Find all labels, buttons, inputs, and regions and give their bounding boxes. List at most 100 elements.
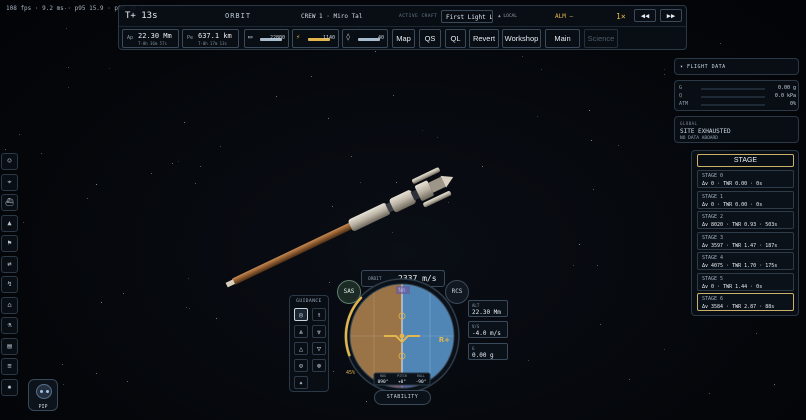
altitude-readout: ALT 22.30 Mm — [468, 300, 508, 317]
radial-marker: R+ — [439, 336, 450, 344]
maneuver-button[interactable]: ✦ — [294, 376, 308, 389]
top-bar-divider — [119, 26, 686, 27]
target-button[interactable]: ⊙ — [294, 359, 308, 372]
droplet-icon: ◊ — [346, 33, 351, 41]
stage-name: STAGE 1 — [702, 193, 724, 200]
flight-data-value: 0% — [789, 101, 796, 107]
sidebar-rocket[interactable]: ▲ — [1, 214, 18, 232]
workshop-button[interactable]: Workshop — [502, 29, 541, 48]
revert-button[interactable]: Revert — [469, 29, 499, 48]
global-note: NO DATA ABOARD — [680, 136, 718, 141]
vertical-speed-value: -4.0 m/s — [472, 330, 501, 337]
quicksave-button[interactable]: QS — [419, 29, 441, 48]
rocket-icon: ▲ — [7, 218, 12, 227]
stage-item[interactable]: STAGE 4 Δv 4075 · TWR 1.70 · 175s — [697, 252, 794, 270]
stage-name: STAGE 3 — [702, 234, 724, 241]
stage-panel: STAGE STAGE 0 Δv 0 · TWR 0.00 · 0s STAGE 1… — [691, 150, 799, 316]
altitude-key: ALT — [472, 303, 480, 308]
active-craft-select[interactable]: First Light La — [441, 10, 493, 23]
resource-bar — [358, 38, 380, 41]
guidance-title: GUIDANCE — [296, 299, 322, 304]
periapsis-readout: Pe 637.1 km T-0h 17m 13s — [182, 29, 239, 48]
resource-water: ◊ 40 — [342, 29, 388, 48]
navball-top-marker: Nn — [398, 287, 406, 294]
sidebar-flag[interactable]: ⚑ — [1, 235, 18, 252]
resource-value: 22800 — [269, 35, 285, 41]
lightning-icon: ⚡ — [296, 33, 301, 41]
stage-detail: Δv 0 · TWR 1.44 · 0s — [702, 283, 763, 290]
fast-forward-button[interactable]: ▶▶ — [660, 9, 682, 22]
stage-detail: Δv 4075 · TWR 1.70 · 175s — [702, 263, 778, 269]
science-button[interactable]: Science — [584, 29, 618, 48]
prograde-button[interactable]: ↑ — [312, 308, 326, 321]
navball[interactable]: Nn R+ 45% HDG PITCH ROLL 090° +0° -90° — [338, 278, 466, 390]
sidebar-crew[interactable]: ☺ — [1, 153, 18, 170]
stage-item[interactable]: STAGE 1 Δv 0 · TWR 0.00 · 0s — [697, 190, 794, 209]
g-force-value: 0.00 g — [472, 352, 494, 359]
sidebar-route[interactable]: ↯ — [1, 276, 18, 293]
stage-item[interactable]: STAGE 2 Δv 8020 · TWR 0.93 · 503s — [697, 211, 794, 229]
stage-item[interactable]: STAGE 6 Δv 3584 · TWR 2.87 · 88s — [697, 293, 794, 311]
global-panel: GLOBAL SITE EXHAUSTED NO DATA ABOARD — [674, 116, 799, 143]
crew-label[interactable]: CREW 1 · Miro Tal — [301, 13, 362, 20]
apoapsis-key: Ap — [127, 35, 134, 41]
radial-out-button[interactable]: ▽ — [312, 342, 326, 355]
radial-in-button[interactable]: △ — [294, 342, 308, 355]
pip-button[interactable]: PIP — [28, 379, 58, 411]
map-button[interactable]: Map — [392, 29, 415, 48]
sidebar-base[interactable]: ⌂ — [1, 296, 18, 314]
vertical-speed-key: V/S — [472, 324, 480, 329]
mission-time: T+ 13s — [125, 11, 158, 21]
sidebar-vessel[interactable]: ⛴ — [1, 194, 18, 211]
heading-key: HDG — [380, 374, 386, 378]
flight-data-row: G 0.00 g — [679, 85, 796, 93]
flag-icon: ⚑ — [7, 239, 12, 247]
flight-data-bar — [701, 96, 765, 98]
sidebar-lab[interactable]: ⚗ — [1, 317, 18, 334]
rewind-button[interactable]: ◀◀ — [634, 9, 656, 22]
sidebar-transfer[interactable]: ⇄ — [1, 255, 18, 273]
base-icon: ⌂ — [7, 300, 12, 309]
local-toggle[interactable]: ▲ LOCAL — [498, 14, 517, 19]
robot-face-icon — [36, 384, 52, 399]
guidance-panel: GUIDANCE ◎ ↑ ⩓ ⩔ △ ▽ ⊙ ⊗ ✦ — [289, 295, 329, 392]
flight-data-title: ▾ FLIGHT DATA — [680, 64, 726, 70]
g-force-readout: G 0.00 g — [468, 343, 508, 360]
left-sidebar: ☺ ⌖ ⛴ ▲ ⚑ ⇄ ↯ ⌂ ⚗ ▤ ≡ ✹ — [1, 153, 18, 408]
periapsis-key: Pe — [187, 35, 194, 41]
stage-item[interactable]: STAGE 5 Δv 0 · TWR 1.44 · 0s — [697, 272, 794, 291]
anti-target-button[interactable]: ⊗ — [312, 359, 326, 372]
gear-icon: ✹ — [7, 382, 12, 391]
sidebar-notes[interactable]: ≡ — [1, 358, 18, 375]
stage-name: STAGE 4 — [702, 255, 724, 261]
flight-data-value: 0.00 g — [777, 85, 796, 91]
normal-button[interactable]: ⩓ — [294, 325, 308, 338]
flight-data-row: Q 0.0 kPa — [679, 93, 796, 101]
stability-assist-button[interactable]: ◎ — [294, 308, 308, 321]
flight-data-row: ATM 0% — [679, 101, 796, 109]
stability-button[interactable]: STABILITY — [374, 390, 431, 405]
apoapsis-readout: Ap 22.30 Mm T-0h 36m 57s — [122, 29, 179, 48]
global-label: GLOBAL — [680, 121, 698, 126]
resource-value: 1140 — [322, 35, 335, 41]
main-button[interactable]: Main — [545, 29, 580, 48]
boat-icon: ⛴ — [5, 198, 14, 206]
quickload-button[interactable]: QL — [445, 29, 466, 48]
stage-name: STAGE 6 — [702, 296, 724, 302]
sidebar-settings[interactable]: ✹ — [1, 378, 18, 396]
vertical-speed-readout: V/S -4.0 m/s — [468, 321, 508, 338]
sidebar-target[interactable]: ⌖ — [1, 173, 18, 191]
stage-item[interactable]: STAGE 0 Δv 0 · TWR 0.00 · 0s — [697, 170, 794, 188]
target-icon: ⌖ — [7, 177, 12, 186]
antinormal-button[interactable]: ⩔ — [312, 325, 326, 338]
active-craft-label: ACTIVE CRAFT — [399, 14, 438, 19]
stage-item[interactable]: STAGE 3 Δv 3597 · TWR 1.47 · 187s — [697, 231, 794, 250]
stage-button[interactable]: STAGE — [697, 154, 794, 167]
top-bar: T+ 13s ORBIT CREW 1 · Miro Tal ACTIVE CR… — [118, 5, 687, 50]
alarm-indicator[interactable]: ALM — — [555, 13, 573, 20]
stage-detail: Δv 0 · TWR 0.00 · 0s — [702, 201, 763, 208]
pip-label: PIP — [38, 404, 48, 410]
flight-data-header[interactable]: ▾ FLIGHT DATA — [674, 58, 799, 75]
stage-detail: Δv 0 · TWR 0.00 · 0s — [702, 181, 763, 187]
sidebar-log[interactable]: ▤ — [1, 337, 18, 355]
